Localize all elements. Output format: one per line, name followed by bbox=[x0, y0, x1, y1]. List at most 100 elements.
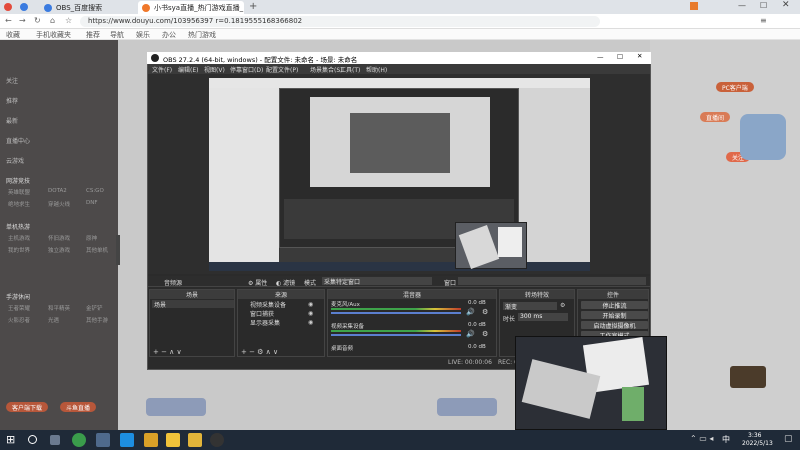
new-tab-button[interactable]: + bbox=[249, 1, 257, 12]
url-input[interactable]: https://www.douyu.com/103956397 r=0.1819… bbox=[80, 16, 600, 27]
category-link[interactable]: 其他单机 bbox=[86, 246, 108, 254]
mixer-channel-db: 0.0 dB bbox=[468, 322, 486, 328]
client-download-button[interactable]: 客户端下载 bbox=[6, 402, 49, 412]
transition-select[interactable]: 渐变 bbox=[503, 302, 557, 311]
pc-client-button[interactable]: PC客户端 bbox=[716, 82, 754, 92]
bookmark-item[interactable]: 收藏 bbox=[6, 30, 20, 40]
category-link[interactable]: 其他手游 bbox=[86, 316, 108, 324]
nav-item[interactable]: 关注 bbox=[6, 76, 18, 85]
forward-icon[interactable]: → bbox=[19, 16, 26, 25]
capture-mode-select[interactable]: 采集特定窗口 bbox=[322, 277, 432, 286]
visibility-eye-icon[interactable]: ◉ bbox=[308, 301, 313, 308]
scene-item[interactable]: 场景 bbox=[152, 300, 234, 309]
menu-docks[interactable]: 停靠窗口(D) bbox=[230, 65, 263, 74]
category-link[interactable]: 怀旧游戏 bbox=[48, 234, 70, 242]
douyu-live-button[interactable]: 斗鱼直播 bbox=[60, 402, 97, 412]
bookmark-item[interactable]: 导航 bbox=[110, 30, 124, 40]
visibility-eye-icon[interactable]: ◉ bbox=[308, 310, 313, 317]
nav-item[interactable]: 最新 bbox=[6, 116, 18, 125]
source-label: 视频采集设备 bbox=[250, 302, 287, 309]
transition-gear-icon[interactable]: ⚙ bbox=[560, 302, 565, 309]
tray-icons[interactable]: ⌃ ▭ ◂ bbox=[690, 434, 713, 443]
filters-button[interactable]: ◐ 滤镜 bbox=[276, 278, 295, 287]
browser-account-icon[interactable] bbox=[20, 3, 28, 11]
obs-minimize-button[interactable]: — bbox=[597, 53, 604, 61]
task-view-button[interactable] bbox=[50, 435, 60, 445]
minimize-button[interactable]: — bbox=[738, 1, 746, 10]
nav-item[interactable]: 直播中心 bbox=[6, 136, 30, 145]
category-link[interactable]: 和平精英 bbox=[48, 304, 70, 312]
menu-tools[interactable]: 工具(T) bbox=[340, 65, 360, 74]
tab-title: OBS_百度搜索 bbox=[56, 4, 103, 12]
menu-profile[interactable]: 配置文件(P) bbox=[266, 65, 298, 74]
obs-maximize-button[interactable]: ☐ bbox=[617, 53, 623, 61]
close-window-button[interactable]: ✕ bbox=[782, 0, 790, 10]
category-link[interactable]: 光遇 bbox=[48, 316, 59, 324]
browser-tab-douyu[interactable]: 小书sya直播_热门游戏直播_ bbox=[138, 1, 244, 14]
extension-icon[interactable] bbox=[690, 2, 698, 10]
back-icon[interactable]: ← bbox=[5, 16, 12, 25]
volume-slider[interactable] bbox=[331, 312, 461, 314]
taskbar-app-icon[interactable] bbox=[120, 433, 134, 447]
start-virtual-camera-button[interactable]: 启动虚拟摄像机 bbox=[581, 321, 648, 330]
folder-icon[interactable] bbox=[188, 433, 202, 447]
bookmark-item[interactable]: 娱乐 bbox=[136, 30, 150, 40]
ime-indicator[interactable]: 中 bbox=[722, 434, 730, 445]
category-link[interactable]: 王者荣耀 bbox=[8, 304, 30, 312]
obs-titlebar: OBS 27.2.4 (64-bit, windows) - 配置文件: 未命名… bbox=[147, 52, 651, 64]
category-link[interactable]: 金铲铲 bbox=[86, 304, 103, 312]
category-link[interactable]: 主机游戏 bbox=[8, 234, 30, 242]
menu-scene-collection[interactable]: 场景集合(S) bbox=[310, 65, 343, 74]
bookmark-item[interactable]: 热门游戏 bbox=[188, 30, 216, 40]
taskbar-app-icon[interactable] bbox=[72, 433, 86, 447]
nav-item[interactable]: 推荐 bbox=[6, 96, 18, 105]
search-button[interactable] bbox=[28, 435, 37, 444]
taskbar-app-icon[interactable] bbox=[166, 433, 180, 447]
category-link[interactable]: CS:GO bbox=[86, 188, 104, 194]
menu-help[interactable]: 帮助(H) bbox=[366, 65, 387, 74]
category-link[interactable]: DNF bbox=[86, 200, 98, 206]
speaker-icon[interactable]: 🔊 bbox=[466, 330, 475, 338]
category-link[interactable]: 穿越火线 bbox=[48, 200, 70, 208]
category-link[interactable]: 独立游戏 bbox=[48, 246, 70, 254]
nav-item[interactable]: 云游戏 bbox=[6, 156, 24, 165]
taskbar-app-icon[interactable] bbox=[144, 433, 158, 447]
notification-icon[interactable]: ▢ bbox=[784, 434, 793, 444]
category-link[interactable]: 英雄联盟 bbox=[8, 188, 30, 196]
category-link[interactable]: 绝地求生 bbox=[8, 200, 30, 208]
duration-input[interactable]: 300 ms bbox=[518, 313, 568, 321]
gear-icon[interactable]: ⚙ bbox=[482, 330, 488, 338]
menu-icon[interactable]: ≡ bbox=[760, 16, 767, 25]
source-controls[interactable]: + − ⚙ ∧ ∨ bbox=[241, 348, 278, 356]
visibility-eye-icon[interactable]: ◉ bbox=[308, 319, 313, 326]
gear-icon[interactable]: ⚙ bbox=[482, 308, 488, 316]
obs-close-button[interactable]: ✕ bbox=[637, 52, 642, 60]
bookmark-item[interactable]: 手机收藏夹 bbox=[36, 30, 71, 40]
category-link[interactable]: 火影忍者 bbox=[8, 316, 30, 324]
category-link[interactable]: 原神 bbox=[86, 234, 97, 242]
category-link[interactable]: DOTA2 bbox=[48, 188, 67, 194]
start-recording-button[interactable]: 开始录制 bbox=[581, 311, 648, 320]
scene-controls[interactable]: + − ∧ ∨ bbox=[153, 348, 182, 356]
category-link[interactable]: 我的世界 bbox=[8, 246, 30, 254]
maximize-button[interactable]: ☐ bbox=[760, 1, 767, 10]
taskbar-app-icon[interactable] bbox=[96, 433, 110, 447]
speaker-icon[interactable]: 🔊 bbox=[466, 308, 475, 316]
menu-view[interactable]: 视图(V) bbox=[204, 65, 225, 74]
bookmark-item[interactable]: 办公 bbox=[162, 30, 176, 40]
preview-canvas[interactable] bbox=[209, 78, 590, 271]
window-select[interactable] bbox=[458, 277, 646, 285]
start-button[interactable]: ⊞ bbox=[6, 433, 20, 447]
nav-collapse-handle[interactable] bbox=[116, 235, 120, 265]
browser-tab-baidu[interactable]: OBS_百度搜索 bbox=[40, 1, 112, 14]
home-icon[interactable]: ⌂ bbox=[50, 16, 55, 25]
menu-file[interactable]: 文件(F) bbox=[152, 65, 172, 74]
stop-streaming-button[interactable]: 停止推流 bbox=[581, 301, 648, 310]
obs-taskbar-icon[interactable] bbox=[210, 433, 224, 447]
refresh-icon[interactable]: ↻ bbox=[34, 16, 41, 25]
properties-button[interactable]: ⚙ 属性 bbox=[248, 278, 267, 287]
volume-slider[interactable] bbox=[331, 334, 461, 336]
bookmark-item[interactable]: 推荐 bbox=[86, 30, 100, 40]
menu-edit[interactable]: 编辑(E) bbox=[178, 65, 198, 74]
star-icon[interactable]: ☆ bbox=[65, 16, 72, 25]
